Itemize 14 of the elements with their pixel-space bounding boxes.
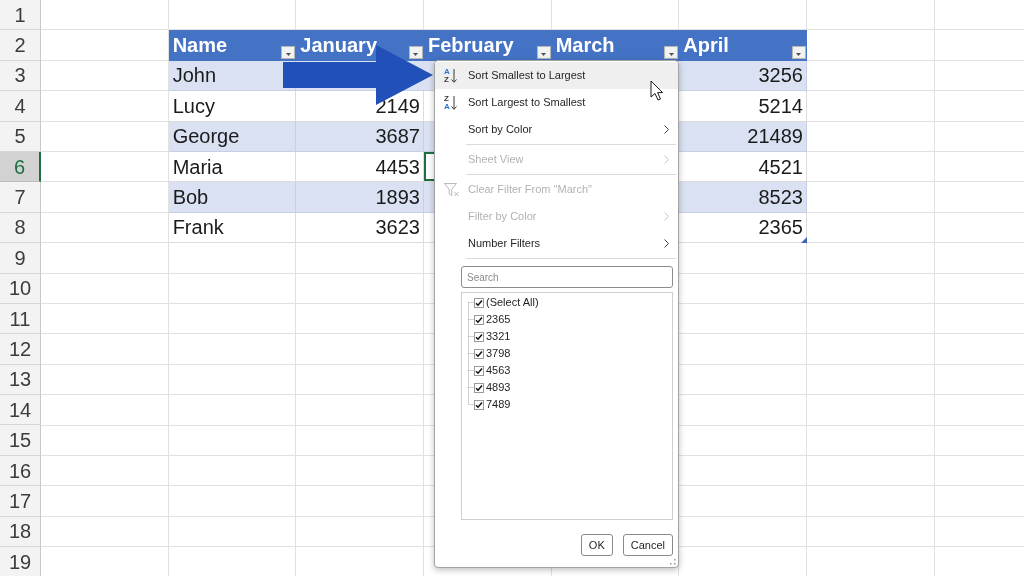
column-header-label: February [426,32,514,58]
column-header-label: January [299,32,378,58]
table-cell: Frank [168,212,297,243]
table-cell: Maria [168,151,297,182]
column-header-label: March [554,32,615,58]
table-cell: 3623 [296,212,424,243]
table-cell: Lucy [168,91,297,121]
table-cell: George [168,121,297,151]
table-cell: Bob [168,182,297,212]
table-cell: 4453 [296,151,424,182]
column-header-label: Name [171,32,228,58]
table-cell: 1893 [296,182,424,212]
table-cell: 3687 [296,121,424,151]
column-header-label: April [682,32,729,58]
